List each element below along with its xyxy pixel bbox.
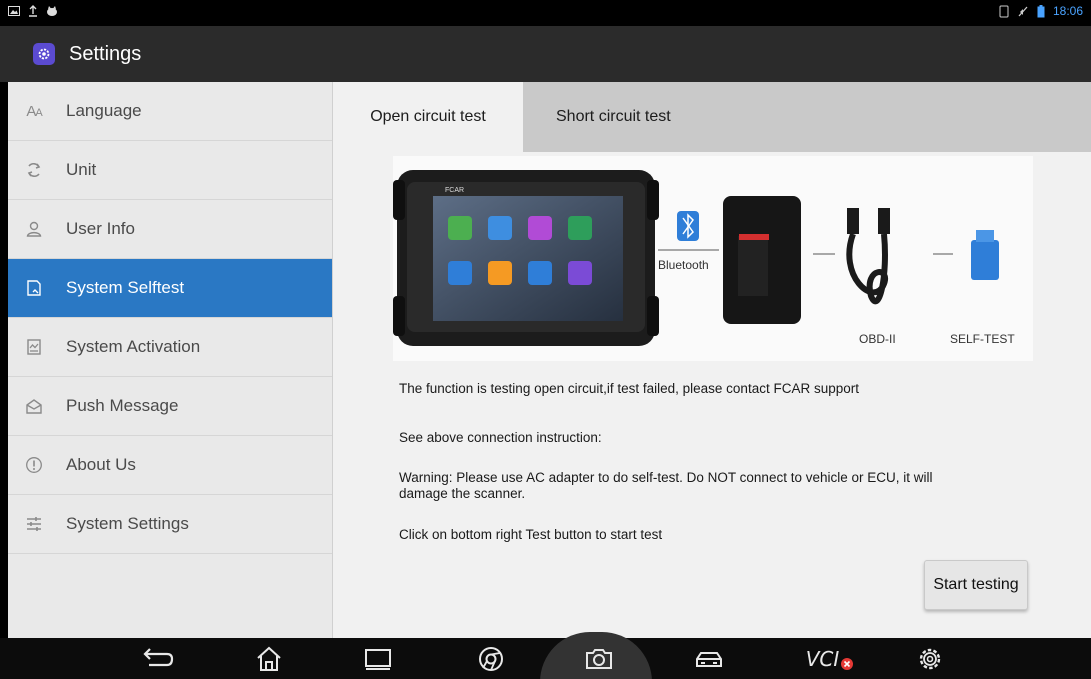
sidebar-item-label: User Info bbox=[66, 219, 135, 238]
language-icon: AA bbox=[26, 102, 42, 120]
status-bar: 18:06 bbox=[0, 0, 1091, 26]
sidebar-item-system-activation[interactable]: System Activation bbox=[8, 318, 332, 377]
message-icon bbox=[24, 397, 44, 415]
sidebar-item-system-settings[interactable]: System Settings bbox=[8, 495, 332, 554]
car-icon[interactable] bbox=[692, 643, 726, 675]
vci-status-button[interactable]: VCI bbox=[800, 643, 860, 675]
selftest-label: SELF-TEST bbox=[950, 332, 1015, 346]
recents-icon[interactable] bbox=[361, 643, 395, 675]
sidebar-item-label: Language bbox=[66, 101, 142, 120]
instruction-line-2: See above connection instruction: bbox=[399, 430, 602, 445]
page-title: Settings bbox=[69, 42, 142, 65]
home-icon[interactable] bbox=[252, 643, 286, 675]
selftest-icon bbox=[24, 279, 44, 297]
vci-error-icon bbox=[841, 658, 854, 670]
warning-line-1: Warning: Please use AC adapter to do sel… bbox=[399, 470, 933, 485]
settings-gear-icon bbox=[33, 43, 55, 65]
battery-icon bbox=[1037, 4, 1045, 17]
main-panel: Open circuit test Short circuit test FCA… bbox=[333, 82, 1091, 638]
camera-icon[interactable] bbox=[582, 643, 616, 675]
settings-icon[interactable] bbox=[913, 643, 947, 675]
sidebar-item-push-message[interactable]: Push Message bbox=[8, 377, 332, 436]
connection-diagram-graphic: FCAR Bluetooth OBD-II SELF-TEST bbox=[393, 170, 1015, 346]
image-icon bbox=[8, 6, 20, 16]
instruction-line-1: The function is testing open circuit,if … bbox=[399, 381, 859, 396]
start-testing-button[interactable]: Start testing bbox=[924, 560, 1028, 610]
info-icon bbox=[24, 456, 44, 474]
sidebar-item-label: Push Message bbox=[66, 396, 179, 415]
activation-icon bbox=[24, 338, 44, 356]
sidebar-item-label: System Activation bbox=[66, 337, 201, 356]
selftest-connector-image bbox=[971, 230, 999, 280]
bluetooth-icon bbox=[677, 211, 699, 241]
instruction-line-4: Click on bottom right Test button to sta… bbox=[399, 527, 663, 542]
obd-label: OBD-II bbox=[859, 332, 896, 346]
sidebar-item-language[interactable]: AA Language bbox=[8, 82, 332, 141]
connection-diagram: FCAR Bluetooth OBD-II SELF-TEST bbox=[393, 156, 1033, 361]
sliders-icon bbox=[24, 515, 44, 533]
sidebar-item-unit[interactable]: Unit bbox=[8, 141, 332, 200]
status-time: 18:06 bbox=[1052, 4, 1083, 18]
tab-open-circuit-test[interactable]: Open circuit test bbox=[333, 82, 523, 152]
vci-device-image bbox=[723, 196, 801, 324]
sidebar-item-label: System Settings bbox=[66, 514, 189, 533]
sidebar-item-user-info[interactable]: User Info bbox=[8, 200, 332, 259]
vci-label: VCI bbox=[805, 647, 840, 671]
sidebar: AA Language Unit User Info System Selfte… bbox=[8, 82, 333, 638]
cat-icon bbox=[47, 6, 57, 16]
sidebar-item-label: System Selftest bbox=[66, 278, 185, 297]
bluetooth-label: Bluetooth bbox=[658, 258, 709, 272]
status-right-icons: 18:06 bbox=[999, 4, 1083, 18]
sim-icon bbox=[999, 5, 1009, 17]
navigation-bar: VCI bbox=[0, 632, 1091, 679]
obd-cable-image bbox=[846, 208, 890, 305]
upload-icon bbox=[29, 5, 37, 17]
tab-bar: Open circuit test Short circuit test bbox=[333, 82, 1091, 152]
sidebar-item-system-selftest[interactable]: System Selftest bbox=[8, 259, 332, 318]
unit-icon bbox=[24, 161, 44, 179]
back-icon[interactable] bbox=[141, 643, 175, 675]
tab-short-circuit-test[interactable]: Short circuit test bbox=[523, 82, 1091, 152]
diagram-brand: FCAR bbox=[445, 187, 464, 194]
mute-icon bbox=[1018, 6, 1028, 16]
sidebar-item-about-us[interactable]: About Us bbox=[8, 436, 332, 495]
sidebar-item-label: Unit bbox=[66, 160, 97, 179]
warning-line-2: damage the scanner. bbox=[399, 486, 526, 501]
scanner-tablet-image: FCAR bbox=[393, 170, 659, 346]
status-left-icons bbox=[8, 5, 58, 17]
title-bar: Settings bbox=[0, 26, 1091, 82]
browser-icon[interactable] bbox=[474, 643, 508, 675]
user-icon bbox=[24, 220, 44, 238]
sidebar-item-label: About Us bbox=[66, 455, 136, 474]
